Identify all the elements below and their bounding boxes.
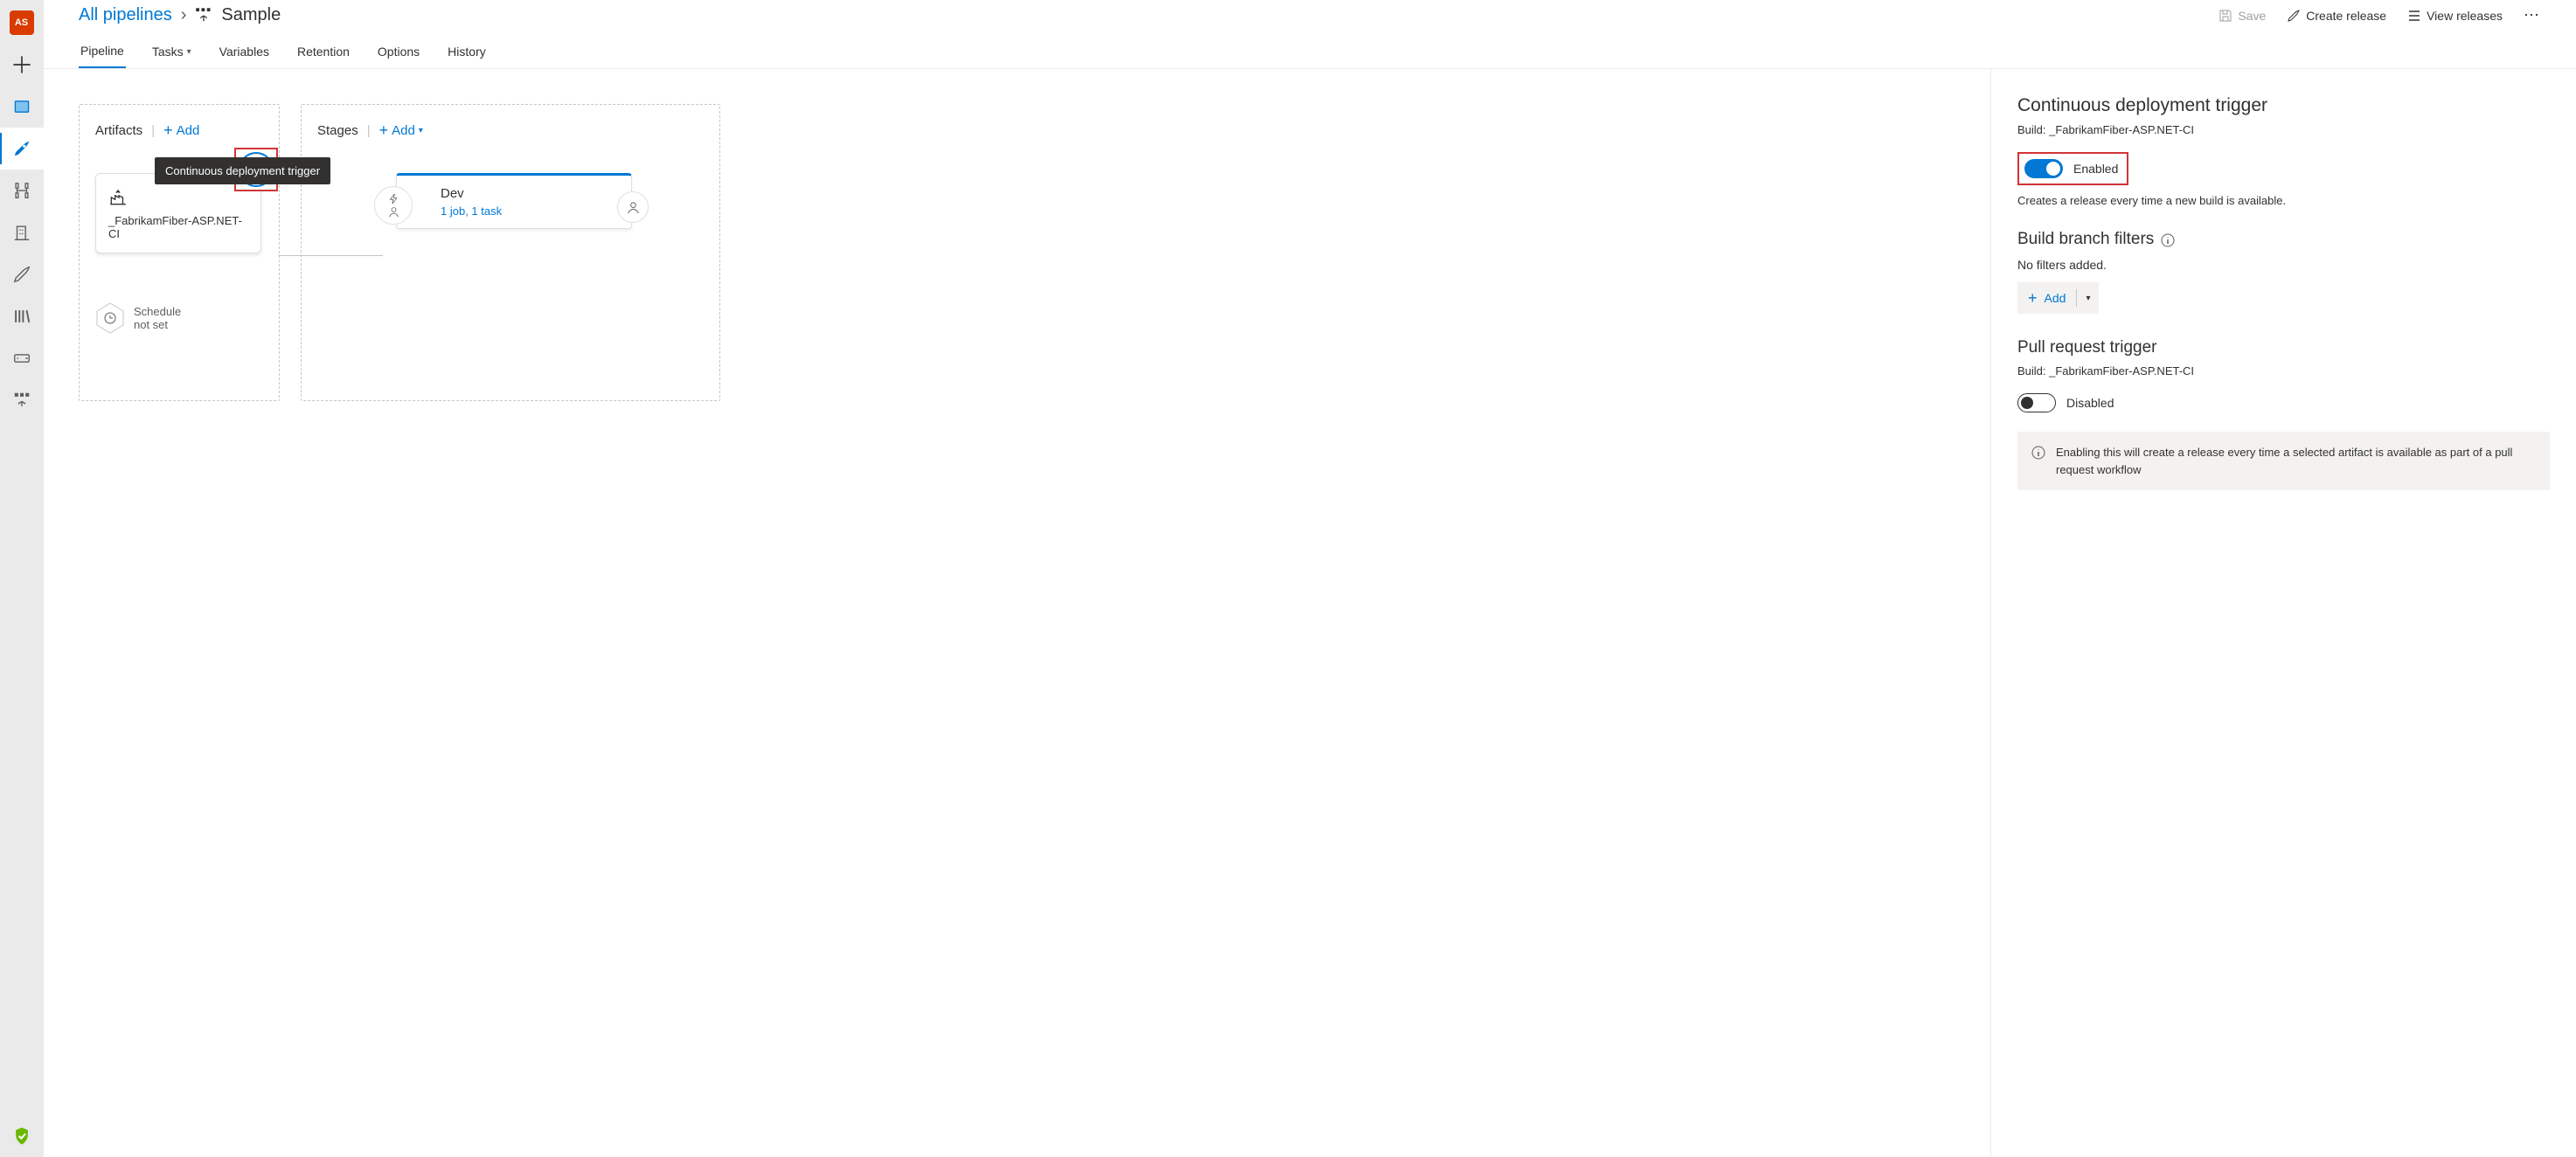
view-releases-button[interactable]: View releases xyxy=(2407,9,2503,23)
artifacts-column: Artifacts | + Add Continuous deployment … xyxy=(79,104,280,401)
info-icon xyxy=(2031,446,2045,460)
avatar: AS xyxy=(10,10,34,35)
person-icon xyxy=(388,206,399,218)
main-area: All pipelines › Sample Save Create relea… xyxy=(44,0,2576,1157)
trigger-tooltip: Continuous deployment trigger xyxy=(155,157,330,184)
boards-icon xyxy=(12,97,31,116)
top-actions: Save Create release View releases ⋯ xyxy=(2218,6,2541,24)
chevron-right-icon: › xyxy=(181,5,187,25)
pr-enabled-toggle[interactable] xyxy=(2017,393,2056,412)
lightning-icon xyxy=(388,193,399,204)
cd-enabled-label: Enabled xyxy=(2073,162,2118,176)
breadcrumb-root-link[interactable]: All pipelines xyxy=(79,5,172,25)
repo-icon xyxy=(12,181,31,200)
server-icon xyxy=(12,349,31,368)
rocket-icon xyxy=(2287,9,2301,23)
pipeline-canvas: Artifacts | + Add Continuous deployment … xyxy=(44,69,1990,1157)
artifacts-header: Artifacts xyxy=(95,123,142,138)
tab-pipeline[interactable]: Pipeline xyxy=(79,44,126,68)
rail-boards[interactable] xyxy=(0,86,44,128)
tab-retention[interactable]: Retention xyxy=(295,45,351,67)
add-filter-dropdown[interactable]: ▾ xyxy=(2077,282,2099,314)
plus-icon xyxy=(12,55,31,74)
tab-tasks[interactable]: Tasks ▾ xyxy=(150,45,193,67)
create-release-button[interactable]: Create release xyxy=(2287,9,2386,23)
rail-deploy-groups[interactable] xyxy=(0,337,44,379)
rail-new[interactable] xyxy=(0,44,44,86)
ellipsis-icon: ⋯ xyxy=(2524,6,2541,24)
tab-options[interactable]: Options xyxy=(376,45,421,67)
stages-column: Stages | + Add ▾ Dev xyxy=(301,104,720,401)
rail-testplans[interactable] xyxy=(0,211,44,253)
cd-enabled-toggle[interactable] xyxy=(2024,159,2063,178)
rail-shield[interactable] xyxy=(0,1115,44,1157)
chevron-down-icon: ▾ xyxy=(2086,294,2090,303)
cd-trigger-heading: Continuous deployment trigger xyxy=(2017,95,2550,116)
no-filters-text: No filters added. xyxy=(2017,258,2550,272)
branch-filters-heading: Build branch filters xyxy=(2017,230,2550,249)
stage-name: Dev xyxy=(441,186,621,201)
add-stage-button[interactable]: + Add ▾ xyxy=(379,122,423,138)
content-split: Artifacts | + Add Continuous deployment … xyxy=(44,69,2576,1157)
plus-icon: + xyxy=(2028,290,2038,306)
rail-repos[interactable] xyxy=(0,170,44,211)
rocket-icon xyxy=(12,139,31,158)
add-filter-split-button: + Add ▾ xyxy=(2017,282,2099,314)
save-icon xyxy=(2218,9,2232,23)
save-button: Save xyxy=(2218,9,2266,23)
chevron-down-icon: ▾ xyxy=(419,126,423,135)
rail-library[interactable] xyxy=(0,295,44,337)
artifact-card[interactable]: _FabrikamFiber-ASP.NET-CI xyxy=(95,173,261,253)
rail-artifacts[interactable] xyxy=(0,253,44,295)
cd-toggle-highlight: Enabled xyxy=(2017,152,2128,185)
avatar-tile[interactable]: AS xyxy=(0,2,44,44)
person-icon xyxy=(627,201,640,214)
rocket-outline-icon xyxy=(12,265,31,284)
info-icon[interactable] xyxy=(2161,233,2175,247)
tab-bar: Pipeline Tasks ▾ Variables Retention Opt… xyxy=(44,31,2576,69)
hex-clock-icon xyxy=(95,301,125,335)
left-nav-rail: AS xyxy=(0,0,44,1157)
factory-icon xyxy=(108,188,128,207)
pr-disabled-label: Disabled xyxy=(2066,396,2114,410)
library-icon xyxy=(12,307,31,326)
side-panel: Continuous deployment trigger Build: _Fa… xyxy=(1990,69,2576,1157)
plus-icon: + xyxy=(379,122,389,138)
list-icon xyxy=(2407,9,2421,23)
pr-build-label: Build: _FabrikamFiber-ASP.NET-CI xyxy=(2017,364,2550,378)
artifact-name: _FabrikamFiber-ASP.NET-CI xyxy=(108,214,248,240)
stage-card[interactable]: Dev 1 job, 1 task xyxy=(396,173,632,229)
schedule-label-2: not set xyxy=(134,318,181,331)
breadcrumb: All pipelines › Sample xyxy=(79,5,281,25)
stage-pre-conditions-button[interactable] xyxy=(374,186,413,225)
rail-task-groups[interactable] xyxy=(0,379,44,421)
task-group-icon xyxy=(12,391,31,410)
plus-icon: + xyxy=(163,122,173,138)
top-bar: All pipelines › Sample Save Create relea… xyxy=(44,0,2576,31)
stage-jobs-link[interactable]: 1 job, 1 task xyxy=(441,204,621,218)
more-button[interactable]: ⋯ xyxy=(2524,6,2541,24)
add-artifact-button[interactable]: + Add xyxy=(163,122,199,138)
pr-info-text: Enabling this will create a release ever… xyxy=(2056,444,2536,478)
tab-variables[interactable]: Variables xyxy=(218,45,271,67)
add-filter-button[interactable]: + Add xyxy=(2017,282,2076,314)
tab-history[interactable]: History xyxy=(446,45,488,67)
stages-header: Stages xyxy=(317,123,358,138)
schedule-label-1: Schedule xyxy=(134,305,181,318)
pr-trigger-heading: Pull request trigger xyxy=(2017,338,2550,357)
chevron-down-icon: ▾ xyxy=(187,47,191,57)
cd-build-label: Build: _FabrikamFiber-ASP.NET-CI xyxy=(2017,123,2550,136)
pr-info-box: Enabling this will create a release ever… xyxy=(2017,432,2550,490)
building-icon xyxy=(12,223,31,242)
rail-pipelines[interactable] xyxy=(0,128,44,170)
stage-post-approvals-button[interactable] xyxy=(617,191,649,223)
pipeline-type-icon xyxy=(195,7,212,24)
shield-check-icon xyxy=(12,1126,31,1146)
schedule-row[interactable]: Schedule not set xyxy=(95,301,263,335)
cd-description: Creates a release every time a new build… xyxy=(2017,194,2550,207)
pipeline-title: Sample xyxy=(221,5,281,25)
